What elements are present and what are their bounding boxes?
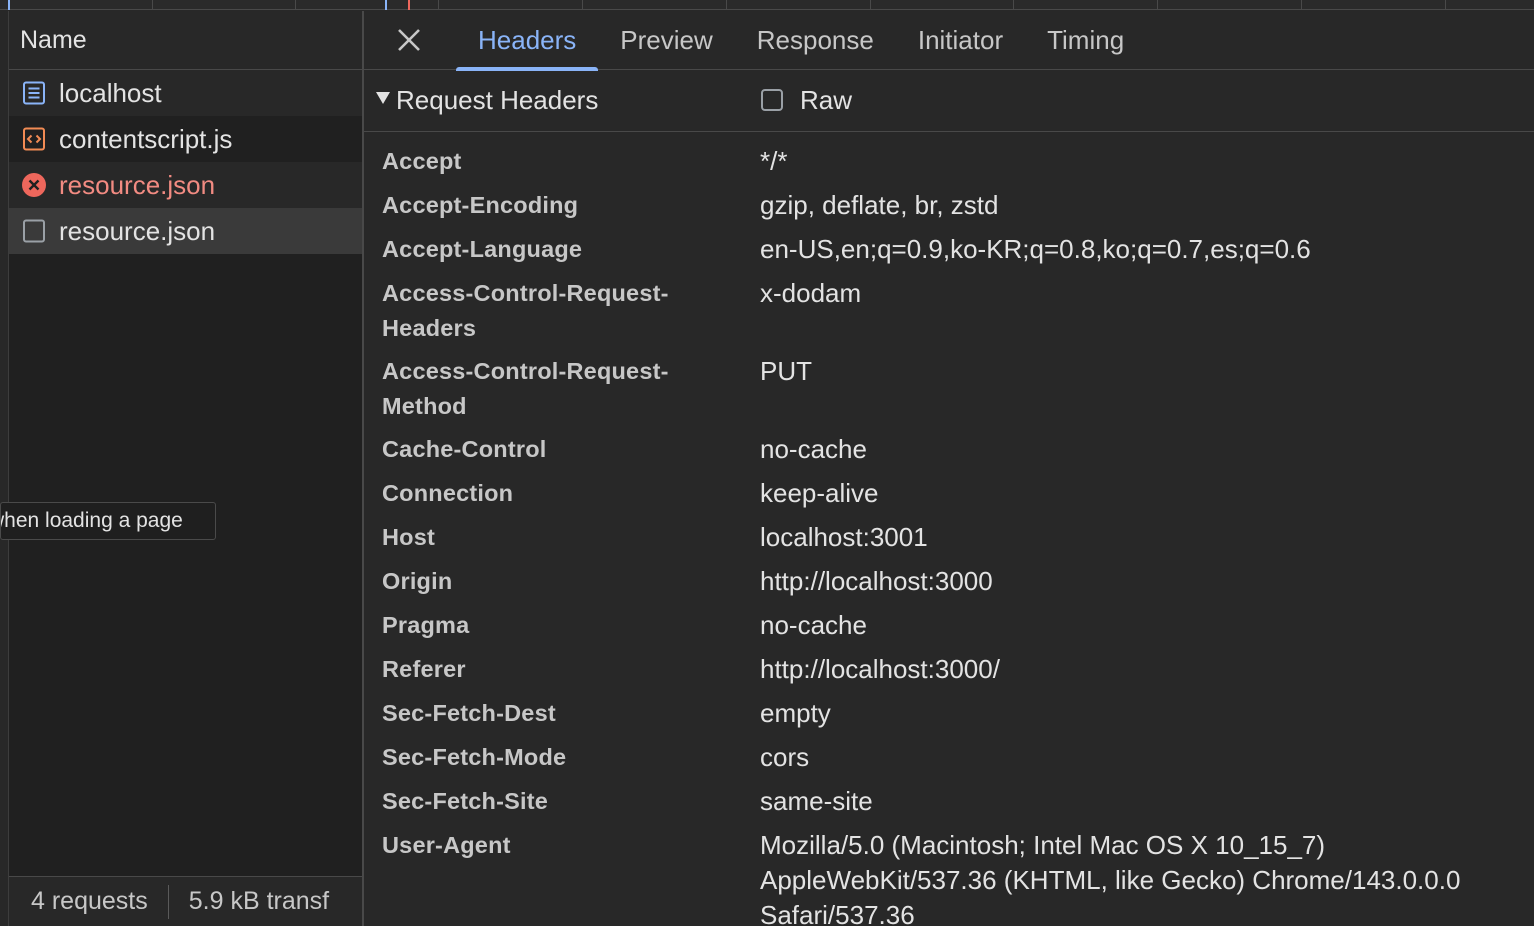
- header-name: Cache-Control: [382, 436, 547, 462]
- transferred-size: 5.9 kB transf: [188, 887, 330, 915]
- close-icon[interactable]: [394, 25, 424, 55]
- header-value[interactable]: same-site: [760, 784, 1534, 820]
- header-row: User-Agent Mozilla/5.0 (Macintosh; Intel…: [364, 824, 1534, 926]
- request-row-resource-selected[interactable]: resource.json: [9, 208, 363, 254]
- timeline-tick: [438, 0, 439, 10]
- header-name: Origin: [382, 568, 453, 594]
- header-name: Sec-Fetch-Site: [382, 788, 549, 814]
- header-value[interactable]: empty: [760, 696, 1534, 732]
- header-row: Connection keep-alive: [364, 472, 1534, 516]
- request-row-contentscript[interactable]: contentscript.js: [9, 116, 363, 162]
- header-value[interactable]: cors: [760, 740, 1534, 776]
- tab-headers[interactable]: Headers: [456, 11, 599, 71]
- header-name: Host: [382, 524, 436, 550]
- header-value[interactable]: localhost:3001: [760, 520, 1534, 556]
- tooltip: when loading a page: [0, 502, 216, 540]
- timeline-tick: [582, 0, 583, 10]
- header-name: Access-Control-Request-Headers: [382, 280, 669, 341]
- script-icon: [21, 126, 47, 152]
- header-row: Sec-Fetch-Mode cors: [364, 736, 1534, 780]
- headers-list: Accept */* Accept-Encoding gzip, deflate…: [364, 132, 1534, 926]
- timeline-tick: [726, 0, 727, 10]
- timeline-tick: [870, 0, 871, 10]
- header-name: Accept: [382, 148, 462, 174]
- header-value[interactable]: */*: [760, 144, 1534, 180]
- section-title: Request Headers: [396, 85, 599, 115]
- header-row: Accept-Encoding gzip, deflate, br, zstd: [364, 184, 1534, 228]
- header-value[interactable]: http://localhost:3000/: [760, 652, 1534, 688]
- header-name: Sec-Fetch-Mode: [382, 744, 567, 770]
- timeline-tick: [1445, 0, 1446, 10]
- header-name: Accept-Language: [382, 236, 583, 262]
- header-name: Pragma: [382, 612, 470, 638]
- header-value[interactable]: http://localhost:3000: [760, 564, 1534, 600]
- header-name: Sec-Fetch-Dest: [382, 700, 556, 726]
- tab-initiator[interactable]: Initiator: [896, 11, 1025, 70]
- timeline-overview[interactable]: [0, 0, 1534, 10]
- request-label: resource.json: [59, 215, 216, 246]
- header-name: Connection: [382, 480, 514, 506]
- request-details: Headers Preview Response Initiator Timin…: [364, 11, 1534, 926]
- header-value[interactable]: x-dodam: [760, 276, 1534, 346]
- header-row: Sec-Fetch-Dest empty: [364, 692, 1534, 736]
- request-label: localhost: [59, 77, 162, 108]
- name-column-header[interactable]: Name: [9, 11, 363, 70]
- error-icon: [21, 172, 47, 198]
- tooltip-text: when loading a page: [0, 509, 183, 532]
- header-value[interactable]: gzip, deflate, br, zstd: [760, 188, 1534, 224]
- header-value[interactable]: en-US,en;q=0.9,ko-KR;q=0.8,ko;q=0.7,es;q…: [760, 232, 1534, 268]
- header-name: Accept-Encoding: [382, 192, 579, 218]
- request-label: contentscript.js: [59, 123, 233, 154]
- raw-checkbox[interactable]: [761, 89, 783, 111]
- header-row: Cache-Control no-cache: [364, 428, 1534, 472]
- timeline-tick: [1157, 0, 1158, 10]
- tab-timing[interactable]: Timing: [1025, 11, 1146, 70]
- header-name: Referer: [382, 656, 466, 682]
- document-icon: [21, 80, 47, 106]
- header-row: Origin http://localhost:3000: [364, 560, 1534, 604]
- header-value[interactable]: no-cache: [760, 432, 1534, 468]
- request-label: resource.json: [59, 169, 216, 200]
- name-column-label: Name: [20, 25, 87, 54]
- raw-label[interactable]: Raw: [800, 85, 852, 116]
- timeline-tick: [152, 0, 153, 10]
- details-tab-bar: Headers Preview Response Initiator Timin…: [364, 11, 1534, 71]
- header-row: Host localhost:3001: [364, 516, 1534, 560]
- request-headers-section-header[interactable]: Request Headers Raw: [364, 70, 1534, 132]
- header-row: Accept */*: [364, 140, 1534, 184]
- network-summary-bar: 4 requests 5.9 kB transf: [9, 876, 364, 926]
- timeline-tick: [1301, 0, 1302, 10]
- timeline-tick: [1013, 0, 1014, 10]
- header-value[interactable]: Mozilla/5.0 (Macintosh; Intel Mac OS X 1…: [760, 828, 1534, 926]
- header-row: Accept-Language en-US,en;q=0.9,ko-KR;q=0…: [364, 228, 1534, 272]
- header-row: Pragma no-cache: [364, 604, 1534, 648]
- tab-preview[interactable]: Preview: [598, 11, 734, 70]
- header-name: Access-Control-Request-Method: [382, 358, 669, 419]
- header-value[interactable]: PUT: [760, 354, 1534, 424]
- timeline-load-marker: [408, 0, 410, 10]
- devtools-network-panel: Name localhost contentscript.js resource…: [0, 0, 1534, 926]
- header-name: User-Agent: [382, 832, 511, 858]
- tab-response[interactable]: Response: [735, 11, 896, 70]
- requests-count: 4 requests: [31, 887, 148, 915]
- blank-file-icon: [21, 218, 47, 244]
- header-row: Sec-Fetch-Site same-site: [364, 780, 1534, 824]
- left-gutter: [0, 11, 8, 926]
- request-list: Name localhost contentscript.js resource…: [8, 11, 364, 926]
- header-value[interactable]: no-cache: [760, 608, 1534, 644]
- header-row: Access-Control-Request-Method PUT: [364, 350, 1534, 428]
- request-row-resource-error[interactable]: resource.json: [9, 162, 363, 208]
- timeline-dom-marker: [385, 0, 387, 10]
- timeline-tick: [295, 0, 296, 10]
- triangle-down-icon[interactable]: [376, 91, 390, 105]
- timeline-start-marker: [8, 0, 10, 10]
- header-row: Access-Control-Request-Headers x-dodam: [364, 272, 1534, 350]
- header-row: Referer http://localhost:3000/: [364, 648, 1534, 692]
- status-divider: [167, 884, 169, 919]
- header-value[interactable]: keep-alive: [760, 476, 1534, 512]
- request-row-localhost[interactable]: localhost: [9, 70, 363, 116]
